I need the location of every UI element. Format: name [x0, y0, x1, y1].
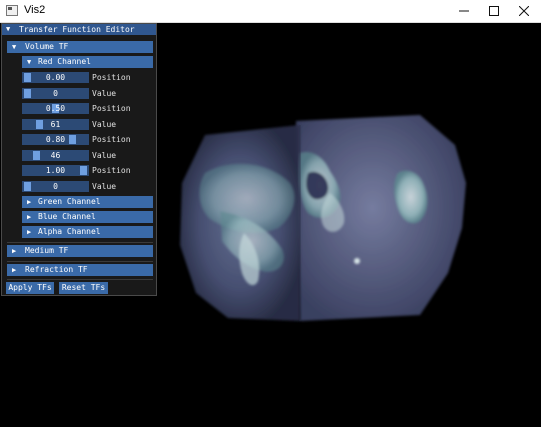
close-icon — [519, 6, 529, 16]
red-position-slider-3[interactable]: 0.80 — [22, 134, 89, 145]
triangle-right-icon: ▶ — [12, 266, 17, 274]
red-value-slider-3[interactable]: 46 — [22, 150, 89, 161]
header-alpha-channel-label: Alpha Channel — [38, 227, 101, 236]
close-button[interactable] — [509, 0, 539, 22]
header-volume-tf[interactable]: ▼ Volume TF — [7, 41, 153, 53]
triangle-down-icon[interactable]: ▼ — [6, 24, 10, 35]
slider-label: Value — [92, 120, 117, 129]
triangle-down-icon: ▼ — [27, 58, 32, 66]
slider-label: Value — [92, 151, 117, 160]
slider-value: 0 — [53, 182, 58, 191]
window-titlebar: Vis2 — [0, 0, 541, 23]
minimize-button[interactable] — [449, 0, 479, 22]
header-red-channel[interactable]: ▼ Red Channel — [22, 56, 153, 68]
maximize-button[interactable] — [479, 0, 509, 22]
header-medium-tf[interactable]: ▶ Medium TF — [7, 245, 153, 257]
slider-label: Value — [92, 182, 117, 191]
red-position-slider-2[interactable]: 0.50 — [22, 103, 89, 114]
header-green-channel-label: Green Channel — [38, 197, 101, 206]
slider-value: 0 — [53, 89, 58, 98]
header-green-channel[interactable]: ▶ Green Channel — [22, 196, 153, 208]
header-alpha-channel[interactable]: ▶ Alpha Channel — [22, 226, 153, 238]
header-red-channel-label: Red Channel — [38, 57, 91, 66]
red-position-slider-4[interactable]: 1.00 — [22, 165, 89, 176]
slider-value: 0.50 — [45, 104, 66, 113]
slider-value: 1.00 — [45, 166, 66, 175]
apply-tfs-button[interactable]: Apply TFs — [6, 282, 54, 294]
triangle-down-icon: ▼ — [12, 43, 17, 51]
red-value-slider-4[interactable]: 0 — [22, 181, 89, 192]
window-title: Vis2 — [24, 4, 46, 16]
slider-label: Position — [92, 73, 131, 82]
slider-label: Position — [92, 166, 131, 175]
reset-tfs-button[interactable]: Reset TFs — [59, 282, 108, 294]
editor-titlebar[interactable]: ▼ Transfer Function Editor — [2, 24, 156, 35]
header-volume-tf-label: Volume TF — [25, 42, 69, 51]
separator — [7, 242, 153, 243]
triangle-right-icon: ▶ — [27, 198, 32, 206]
triangle-right-icon: ▶ — [27, 213, 32, 221]
minimize-icon — [459, 10, 469, 12]
triangle-right-icon: ▶ — [12, 247, 17, 255]
slider-label: Position — [92, 135, 131, 144]
editor-title: Transfer Function Editor — [19, 25, 135, 34]
header-medium-tf-label: Medium TF — [25, 246, 69, 255]
slider-label: Value — [92, 89, 117, 98]
maximize-icon — [489, 6, 499, 16]
separator — [7, 279, 153, 280]
triangle-right-icon: ▶ — [27, 228, 32, 236]
header-blue-channel[interactable]: ▶ Blue Channel — [22, 211, 153, 223]
red-value-slider-1[interactable]: 0 — [22, 88, 89, 99]
slider-value: 61 — [50, 120, 61, 129]
red-position-slider-1[interactable]: 0.00 — [22, 72, 89, 83]
red-value-slider-2[interactable]: 61 — [22, 119, 89, 130]
separator — [7, 261, 153, 262]
slider-value: 46 — [50, 151, 61, 160]
transfer-function-editor[interactable]: ▼ Transfer Function Editor ▼ Volume TF ▼… — [1, 23, 157, 296]
header-refraction-tf-label: Refraction TF — [25, 265, 88, 274]
header-refraction-tf[interactable]: ▶ Refraction TF — [7, 264, 153, 276]
app-window-icon — [6, 5, 18, 16]
slider-label: Position — [92, 104, 131, 113]
header-blue-channel-label: Blue Channel — [38, 212, 96, 221]
slider-value: 0.80 — [45, 135, 66, 144]
slider-value: 0.00 — [45, 73, 66, 82]
